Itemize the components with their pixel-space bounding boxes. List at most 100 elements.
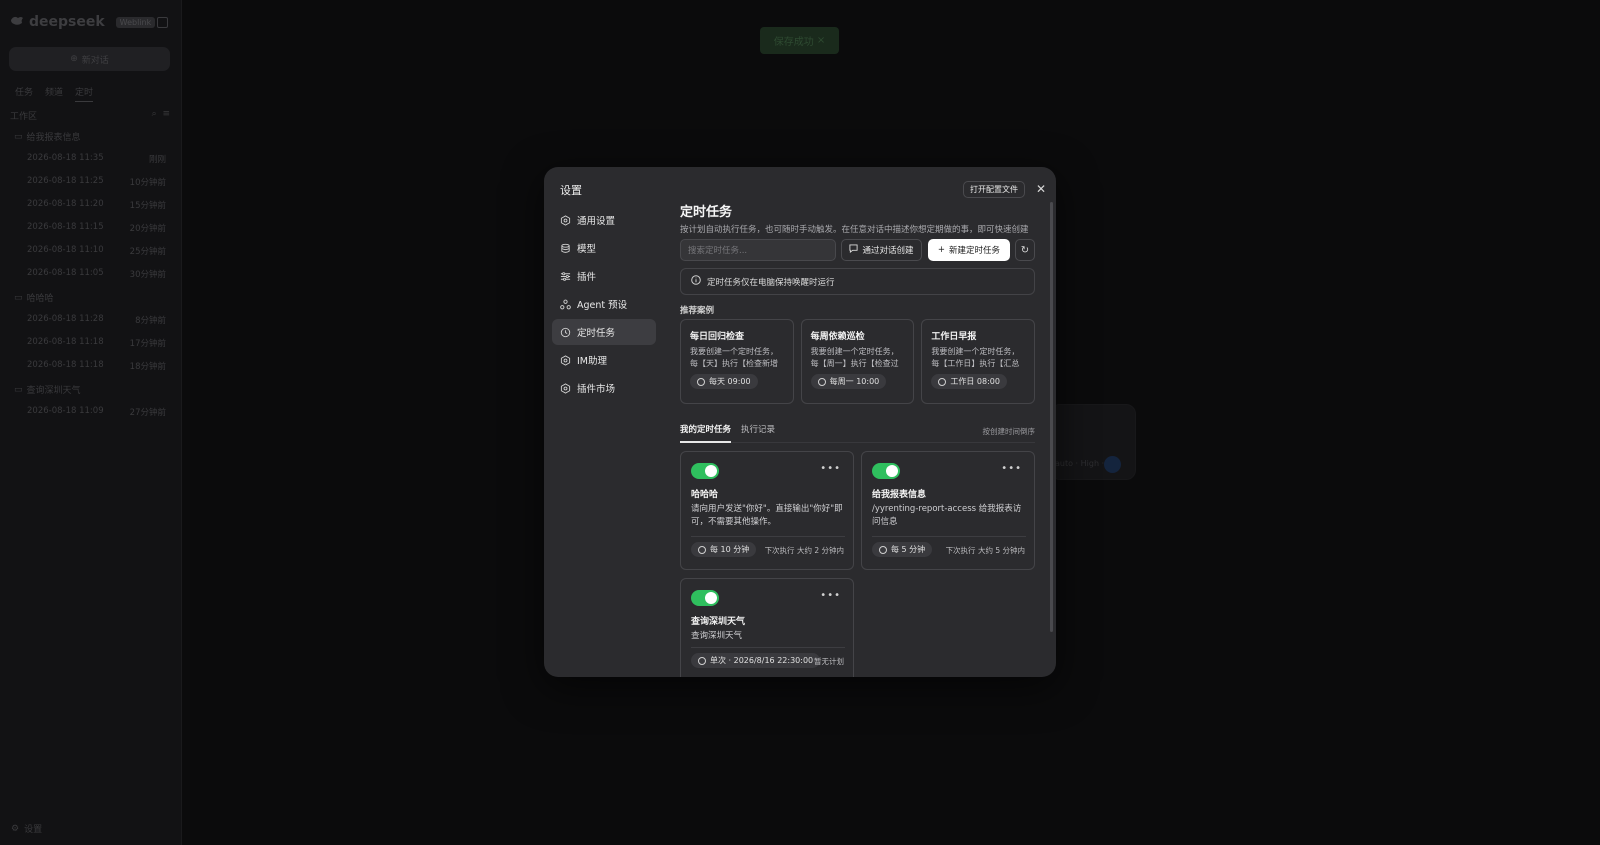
nav-item-label: 插件 xyxy=(577,272,597,283)
search-icon[interactable]: ⌕ xyxy=(152,109,157,119)
filter-icon[interactable]: ≡ xyxy=(162,109,170,119)
close-icon[interactable]: × xyxy=(817,35,825,46)
workspace-header: 工作区 ⌕ ≡ xyxy=(10,109,170,122)
modal-title: 设置 xyxy=(560,184,582,197)
history-item[interactable]: 2026-08-18 11:10 25分钟前 xyxy=(14,245,166,257)
schedule-pill: 每 5 分钟 xyxy=(872,542,933,557)
clock-icon xyxy=(698,545,706,554)
clock-icon xyxy=(817,377,826,386)
card-title: 工作日早报 xyxy=(931,332,977,342)
close-icon[interactable]: ✕ xyxy=(1033,181,1049,197)
task-description: 请向用户发送"你好"。直接输出"你好"即可，不需要其他操作。 xyxy=(691,504,843,527)
history-item-ago: 20分钟前 xyxy=(129,224,166,234)
recommended-card[interactable]: 工作日早报 我要创建一个定时任务，每【工作日】执行【汇总昨... 工作日 08:… xyxy=(921,319,1036,404)
brand-name: deepseek xyxy=(29,14,105,30)
history-item[interactable]: 2026-08-18 11:15 20分钟前 xyxy=(14,222,166,234)
history-item[interactable]: 2026-08-18 11:18 18分钟前 xyxy=(14,360,166,372)
history-group[interactable]: ▭ 查询深圳天气 xyxy=(14,383,166,397)
history-item-ago: 30分钟前 xyxy=(129,270,166,280)
page-description: 按计划自动执行任务，也可随时手动触发。在任意对话中描述你想定期做的事，即可快速创… xyxy=(680,225,1029,235)
task-description: 查询深圳天气 xyxy=(691,631,743,641)
divider xyxy=(872,536,1026,537)
divider xyxy=(691,647,845,648)
hexagon-gear-icon xyxy=(560,382,571,394)
enable-toggle[interactable] xyxy=(691,463,719,479)
more-options-icon[interactable]: ••• xyxy=(820,463,841,474)
search-input[interactable]: 搜索定时任务... xyxy=(680,239,836,261)
nav-item-im-assistant[interactable]: IM助理 xyxy=(552,347,656,373)
history-group[interactable]: ▭ 哈哈哈 xyxy=(14,291,166,305)
task-name: 查询深圳天气 xyxy=(691,617,746,627)
tab-tasks[interactable]: 任务 xyxy=(15,85,33,102)
history-item-time: 2026-08-18 11:10 xyxy=(27,245,104,255)
folder-icon: ▭ xyxy=(14,384,23,395)
send-button[interactable] xyxy=(1104,456,1121,473)
new-task-label: 新建定时任务 xyxy=(949,246,1001,256)
task-card[interactable]: ••• 哈哈哈 请向用户发送"你好"。直接输出"你好"即可，不需要其他操作。 每… xyxy=(680,451,854,570)
recommended-label: 推荐案例 xyxy=(680,306,715,316)
enable-toggle[interactable] xyxy=(872,463,900,479)
history-item[interactable]: 2026-08-18 11:28 8分钟前 xyxy=(14,314,166,326)
open-config-button[interactable]: 打开配置文件 xyxy=(963,181,1025,198)
tab-execution-log[interactable]: 执行记录 xyxy=(741,423,775,443)
clock-icon xyxy=(879,545,887,554)
schedule-pill: 每 10 分钟 xyxy=(691,542,757,557)
card-title: 每周依赖巡检 xyxy=(810,332,865,342)
history-item-ago: 25分钟前 xyxy=(129,247,166,257)
tab-channels[interactable]: 频道 xyxy=(45,85,63,102)
recommended-card[interactable]: 每日回归检查 我要创建一个定时任务，每【天】执行【检查新增测... 每天 09:… xyxy=(680,319,794,404)
schedule-text: 每周一 10:00 xyxy=(829,377,880,386)
schedule-text: 每 10 分钟 xyxy=(710,545,750,554)
history-item[interactable]: 2026-08-18 11:05 30分钟前 xyxy=(14,268,166,280)
history-item-time: 2026-08-18 11:18 xyxy=(27,337,104,347)
history-item[interactable]: 2026-08-18 11:35 刚刚 xyxy=(14,153,166,165)
nav-item-general[interactable]: 通用设置 xyxy=(552,207,656,233)
history-item-time: 2026-08-18 11:05 xyxy=(27,268,104,278)
nav-item-plugins[interactable]: 插件 xyxy=(552,263,656,289)
history-group-name: 哈哈哈 xyxy=(26,294,54,304)
history-item[interactable]: 2026-08-18 11:18 17分钟前 xyxy=(14,337,166,349)
new-task-button[interactable]: + 新建定时任务 xyxy=(928,239,1010,261)
more-options-icon[interactable]: ••• xyxy=(1001,463,1022,474)
schedule-text: 工作日 08:00 xyxy=(950,377,1000,386)
task-name: 给我报表信息 xyxy=(872,490,927,500)
enable-toggle[interactable] xyxy=(691,590,719,606)
nav-item-scheduled-tasks[interactable]: 定时任务 xyxy=(552,319,656,345)
tab-my-tasks[interactable]: 我的定时任务 xyxy=(680,423,732,443)
clock-icon xyxy=(938,377,947,386)
history-item[interactable]: 2026-08-18 11:20 15分钟前 xyxy=(14,199,166,211)
refresh-icon[interactable]: ↻ xyxy=(1015,239,1035,261)
background-sidebar: deepseek Weblink ⊕ 新对话 任务 频道 定时 工作区 ⌕ ≡ … xyxy=(0,0,182,845)
next-run: 下次执行 大约 5 分钟内 xyxy=(945,546,1025,555)
more-options-icon[interactable]: ••• xyxy=(820,590,841,601)
history-item[interactable]: 2026-08-18 11:09 27分钟前 xyxy=(14,406,166,418)
nav-item-label: Agent 预设 xyxy=(577,300,628,311)
schedule-pill: 单次 · 2026/8/16 22:30:00 xyxy=(691,653,821,668)
history-group-name: 查询深圳天气 xyxy=(26,386,81,396)
history-item-ago: 8分钟前 xyxy=(135,316,166,326)
recommended-card[interactable]: 每周依赖巡检 我要创建一个定时任务，每【周一】执行【检查过期... 每周一 10… xyxy=(800,319,915,404)
tab-scheduled[interactable]: 定时 xyxy=(75,85,94,102)
history-group-name: 给我报表信息 xyxy=(26,133,81,143)
sidebar-collapse-icon[interactable] xyxy=(157,17,168,28)
workspace-label: 工作区 xyxy=(10,112,38,122)
sidebar-settings-button[interactable]: ⚙ 设置 xyxy=(11,822,42,836)
sidebar-tabs: 任务 频道 定时 xyxy=(15,85,94,102)
history-item-time: 2026-08-18 11:15 xyxy=(27,222,104,232)
modal-scrollbar[interactable] xyxy=(1050,202,1053,632)
nav-item-agent-presets[interactable]: Agent 预设 xyxy=(552,291,656,317)
sort-dropdown[interactable]: 按创建时间倒序 xyxy=(983,426,1036,437)
task-card[interactable]: ••• 给我报表信息 /yyrenting-report-access 给我报表… xyxy=(861,451,1035,570)
workspace-actions: ⌕ ≡ xyxy=(152,109,170,122)
chat-bubble-icon xyxy=(849,244,859,256)
task-card[interactable]: ••• 查询深圳天气 查询深圳天气 单次 · 2026/8/16 22:30:0… xyxy=(680,578,854,677)
tasks-toolbar: 搜索定时任务... 通过对话创建 + 新建定时任务 ↻ xyxy=(680,239,1035,261)
new-chat-button[interactable]: ⊕ 新对话 xyxy=(9,47,170,71)
nav-item-plugin-market[interactable]: 插件市场 xyxy=(552,375,656,401)
nav-item-model[interactable]: 模型 xyxy=(552,235,656,261)
folder-icon: ▭ xyxy=(14,292,23,303)
history-item[interactable]: 2026-08-18 11:25 10分钟前 xyxy=(14,176,166,188)
create-via-chat-button[interactable]: 通过对话创建 xyxy=(841,239,922,261)
history-group[interactable]: ▭ 给我报表信息 xyxy=(14,130,166,144)
clock-icon xyxy=(697,377,705,386)
